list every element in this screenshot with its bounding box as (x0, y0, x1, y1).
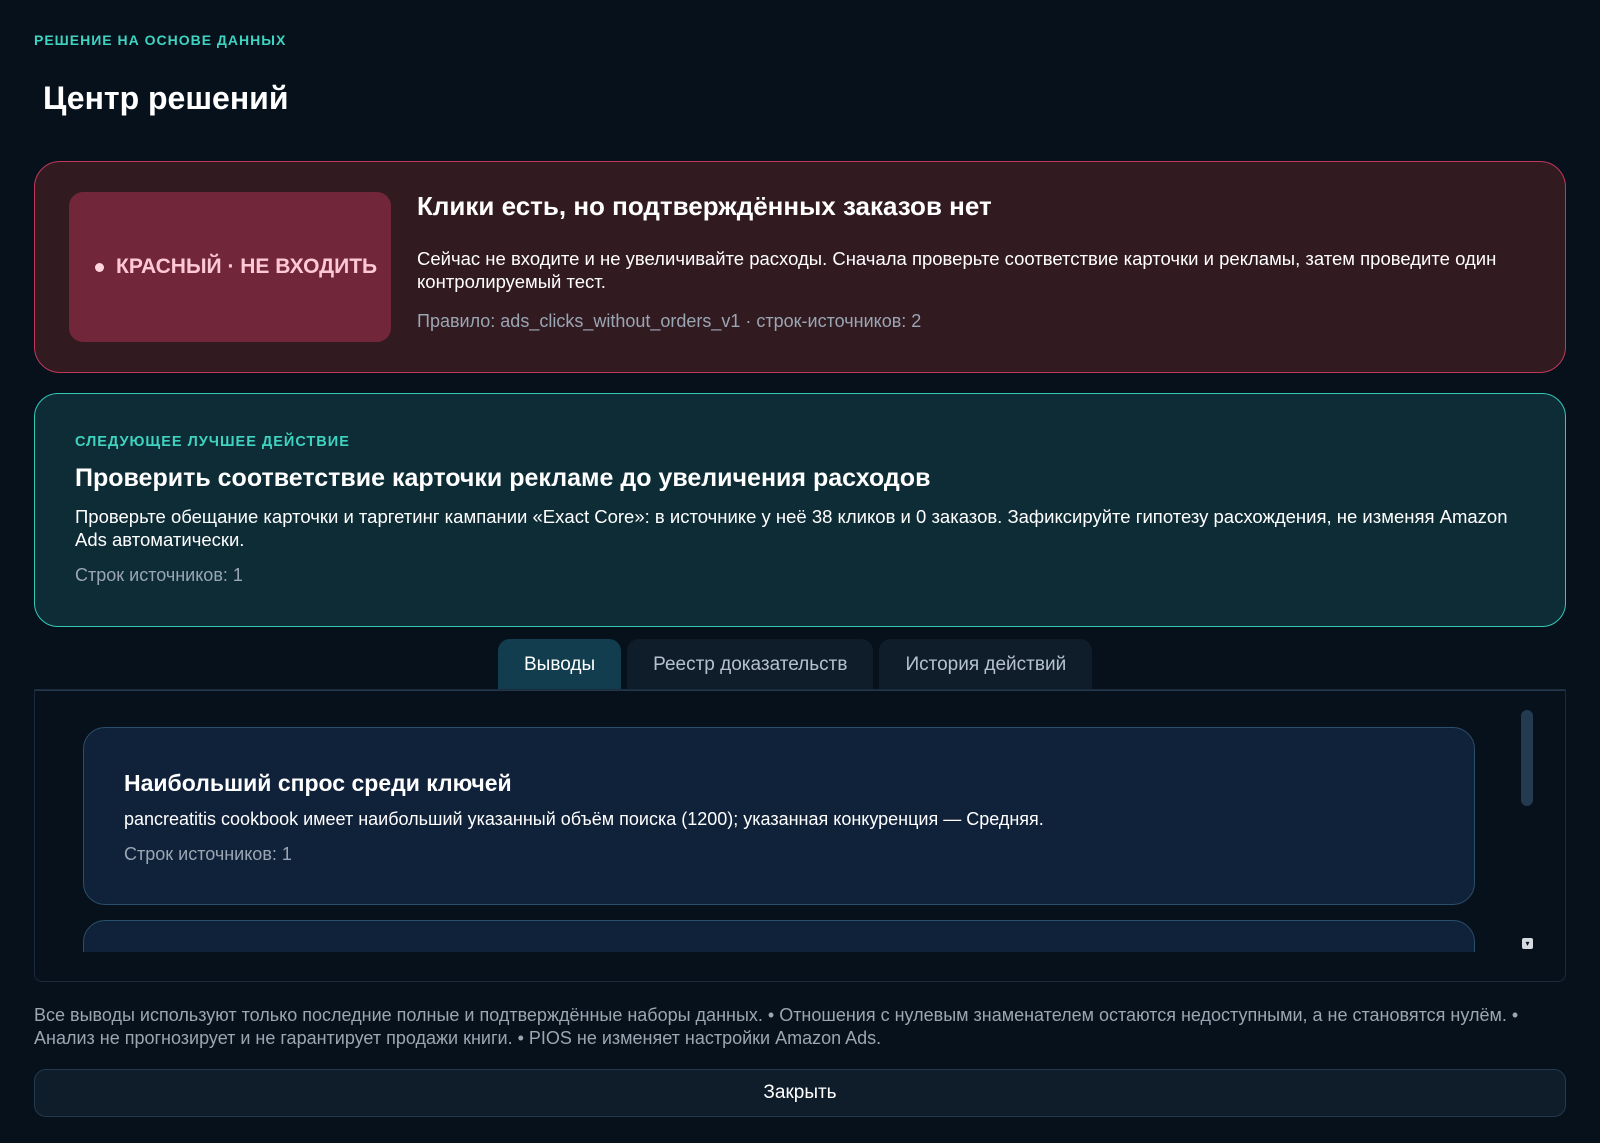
tab-bar: Выводы Реестр доказательств История дейс… (498, 639, 1093, 690)
verdict-status-badge: КРАСНЫЙ · НЕ ВХОДИТЬ (69, 192, 391, 342)
status-dot-icon (95, 262, 104, 272)
verdict-description: Сейчас не входите и не увеличивайте расх… (417, 247, 1497, 292)
panel-divider (35, 690, 1565, 691)
insight-card: Наибольший спрос среди ключей pancreatit… (83, 727, 1475, 905)
footnote: Все выводы используют только последние п… (34, 1005, 1519, 1048)
verdict-rule: Правило: ads_clicks_without_orders_v1 · … (417, 310, 922, 331)
verdict-text-block: Клики есть, но подтверждённых заказов не… (417, 192, 1529, 332)
next-action-kicker: СЛЕДУЮЩЕЕ ЛУЧШЕЕ ДЕЙСТВИЕ (75, 434, 350, 450)
panel-bottom-edge (35, 952, 1565, 981)
insight-sources: Строк источников: 1 (124, 844, 292, 864)
page-title: Центр решений (43, 80, 289, 116)
tab-action-history[interactable]: История действий (879, 639, 1093, 690)
page-kicker: РЕШЕНИЕ НА ОСНОВЕ ДАННЫХ (34, 32, 287, 48)
next-action-description: Проверьте обещание карточки и таргетинг … (75, 506, 1508, 551)
tab-evidence-registry[interactable]: Реестр доказательств (627, 639, 874, 690)
next-action-sources: Строк источников: 1 (75, 565, 243, 586)
chevron-down-icon[interactable]: ▾ (1522, 938, 1533, 949)
close-button[interactable]: Закрыть (34, 1069, 1566, 1117)
panel-scrollbar[interactable] (1521, 710, 1533, 806)
decision-center-page: РЕШЕНИЕ НА ОСНОВЕ ДАННЫХ Центр решений К… (0, 0, 1600, 1143)
tab-insights[interactable]: Выводы (498, 639, 622, 690)
next-action-title: Проверить соответствие карточки рекламе … (75, 464, 931, 492)
verdict-title: Клики есть, но подтверждённых заказов не… (417, 191, 992, 221)
insight-title: Наибольший спрос среди ключей (124, 770, 512, 796)
verdict-badge-label: КРАСНЫЙ · НЕ ВХОДИТЬ (116, 255, 378, 278)
verdict-card: КРАСНЫЙ · НЕ ВХОДИТЬ Клики есть, но подт… (34, 161, 1566, 373)
insight-description: pancreatitis cookbook имеет наибольший у… (124, 809, 1044, 829)
insights-panel[interactable]: Наибольший спрос среди ключей pancreatit… (34, 689, 1566, 982)
next-best-action-card: СЛЕДУЮЩЕЕ ЛУЧШЕЕ ДЕЙСТВИЕ Проверить соот… (34, 393, 1566, 627)
